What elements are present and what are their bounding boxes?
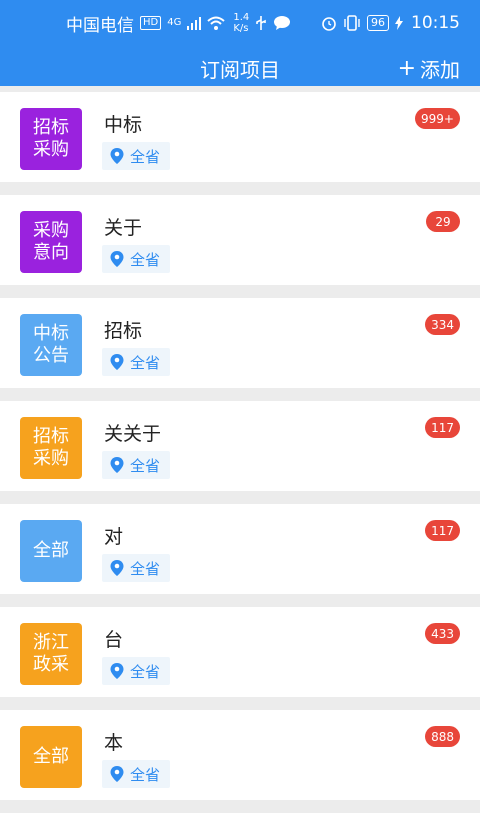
region-chip: 全省 bbox=[102, 348, 171, 376]
region-label: 全省 bbox=[130, 765, 161, 784]
region-chip: 全省 bbox=[102, 760, 171, 788]
location-pin-icon bbox=[110, 457, 124, 473]
location-pin-icon bbox=[110, 663, 124, 679]
status-right: 96 10:15 bbox=[321, 13, 460, 33]
region-label: 全省 bbox=[130, 662, 161, 681]
region-chip: 全省 bbox=[102, 657, 171, 685]
count-badge: 29 bbox=[426, 211, 460, 232]
location-pin-icon bbox=[110, 560, 124, 576]
usb-icon bbox=[256, 16, 267, 30]
carrier-name: 中国电信 bbox=[66, 15, 134, 36]
alarm-icon bbox=[322, 17, 336, 31]
location-pin-icon bbox=[110, 766, 124, 782]
category-tag: 采购 意向 bbox=[20, 211, 82, 273]
wifi-icon bbox=[207, 16, 226, 30]
network-type: 4G bbox=[167, 17, 182, 28]
count-badge: 999+ bbox=[415, 108, 460, 129]
region-label: 全省 bbox=[130, 456, 161, 475]
plus-icon: + bbox=[397, 55, 416, 81]
subscription-card[interactable]: 全部 对 全省 117 bbox=[0, 504, 480, 594]
count-badge: 888 bbox=[425, 726, 460, 747]
region-label: 全省 bbox=[130, 559, 161, 578]
signal-icon bbox=[187, 17, 202, 30]
add-button[interactable]: + 添加 bbox=[398, 54, 460, 83]
region-label: 全省 bbox=[130, 147, 161, 166]
vibrate-icon bbox=[344, 15, 360, 31]
status-bar: 中国电信 HD 4G 1.4 K/s 96 10:15 bbox=[0, 0, 480, 46]
add-button-label: 添加 bbox=[420, 58, 460, 82]
subscription-card[interactable]: 招标 采购 关关于 全省 117 bbox=[0, 401, 480, 491]
count-badge: 433 bbox=[425, 623, 460, 644]
hd-badge: HD bbox=[140, 16, 162, 30]
subscription-card[interactable]: 全部 本 全省 888 bbox=[0, 710, 480, 800]
subscription-card[interactable]: 招标 采购 中标 全省 999+ bbox=[0, 92, 480, 182]
region-chip: 全省 bbox=[102, 554, 171, 582]
category-tag: 全部 bbox=[20, 726, 82, 788]
count-badge: 117 bbox=[425, 520, 460, 541]
category-tag: 全部 bbox=[20, 520, 82, 582]
speed-value: 1.4 bbox=[233, 12, 250, 23]
subscription-title: 本 bbox=[104, 732, 124, 754]
charging-icon bbox=[395, 16, 403, 30]
region-chip: 全省 bbox=[102, 142, 171, 170]
location-pin-icon bbox=[110, 251, 124, 267]
nav-bar: 订阅项目 + 添加 bbox=[0, 48, 480, 86]
battery-level: 96 bbox=[367, 15, 389, 31]
chat-bubble-icon bbox=[274, 16, 291, 30]
subscription-card[interactable]: 采购 意向 关于 全省 29 bbox=[0, 195, 480, 285]
count-badge: 117 bbox=[425, 417, 460, 438]
status-left: 中国电信 HD 4G 1.4 K/s bbox=[66, 11, 291, 36]
region-chip: 全省 bbox=[102, 245, 171, 273]
subscription-title: 对 bbox=[104, 526, 124, 548]
subscription-card[interactable]: 浙江 政采 台 全省 433 bbox=[0, 607, 480, 697]
subscription-title: 关于 bbox=[104, 217, 143, 239]
region-label: 全省 bbox=[130, 250, 161, 269]
location-pin-icon bbox=[110, 354, 124, 370]
category-tag: 招标 采购 bbox=[20, 108, 82, 170]
location-pin-icon bbox=[110, 148, 124, 164]
region-chip: 全省 bbox=[102, 451, 171, 479]
category-tag: 浙江 政采 bbox=[20, 623, 82, 685]
category-tag: 中标 公告 bbox=[20, 314, 82, 376]
clock-time: 10:15 bbox=[411, 13, 460, 33]
app-header: 中国电信 HD 4G 1.4 K/s 96 10:15 订阅项目 + 添加 bbox=[0, 0, 480, 86]
network-speed: 1.4 K/s bbox=[233, 12, 249, 34]
speed-unit: K/s bbox=[233, 23, 249, 34]
region-label: 全省 bbox=[130, 353, 161, 372]
subscription-card[interactable]: 中标 公告 招标 全省 334 bbox=[0, 298, 480, 388]
category-tag: 招标 采购 bbox=[20, 417, 82, 479]
subscription-title: 台 bbox=[104, 629, 124, 651]
subscription-list: 招标 采购 中标 全省 999+ 采购 意向 关于 全省 29 中标 公告 招标 bbox=[0, 92, 480, 813]
subscription-title: 招标 bbox=[104, 320, 143, 342]
count-badge: 334 bbox=[425, 314, 460, 335]
subscription-title: 中标 bbox=[104, 114, 143, 136]
subscription-title: 关关于 bbox=[104, 423, 162, 445]
